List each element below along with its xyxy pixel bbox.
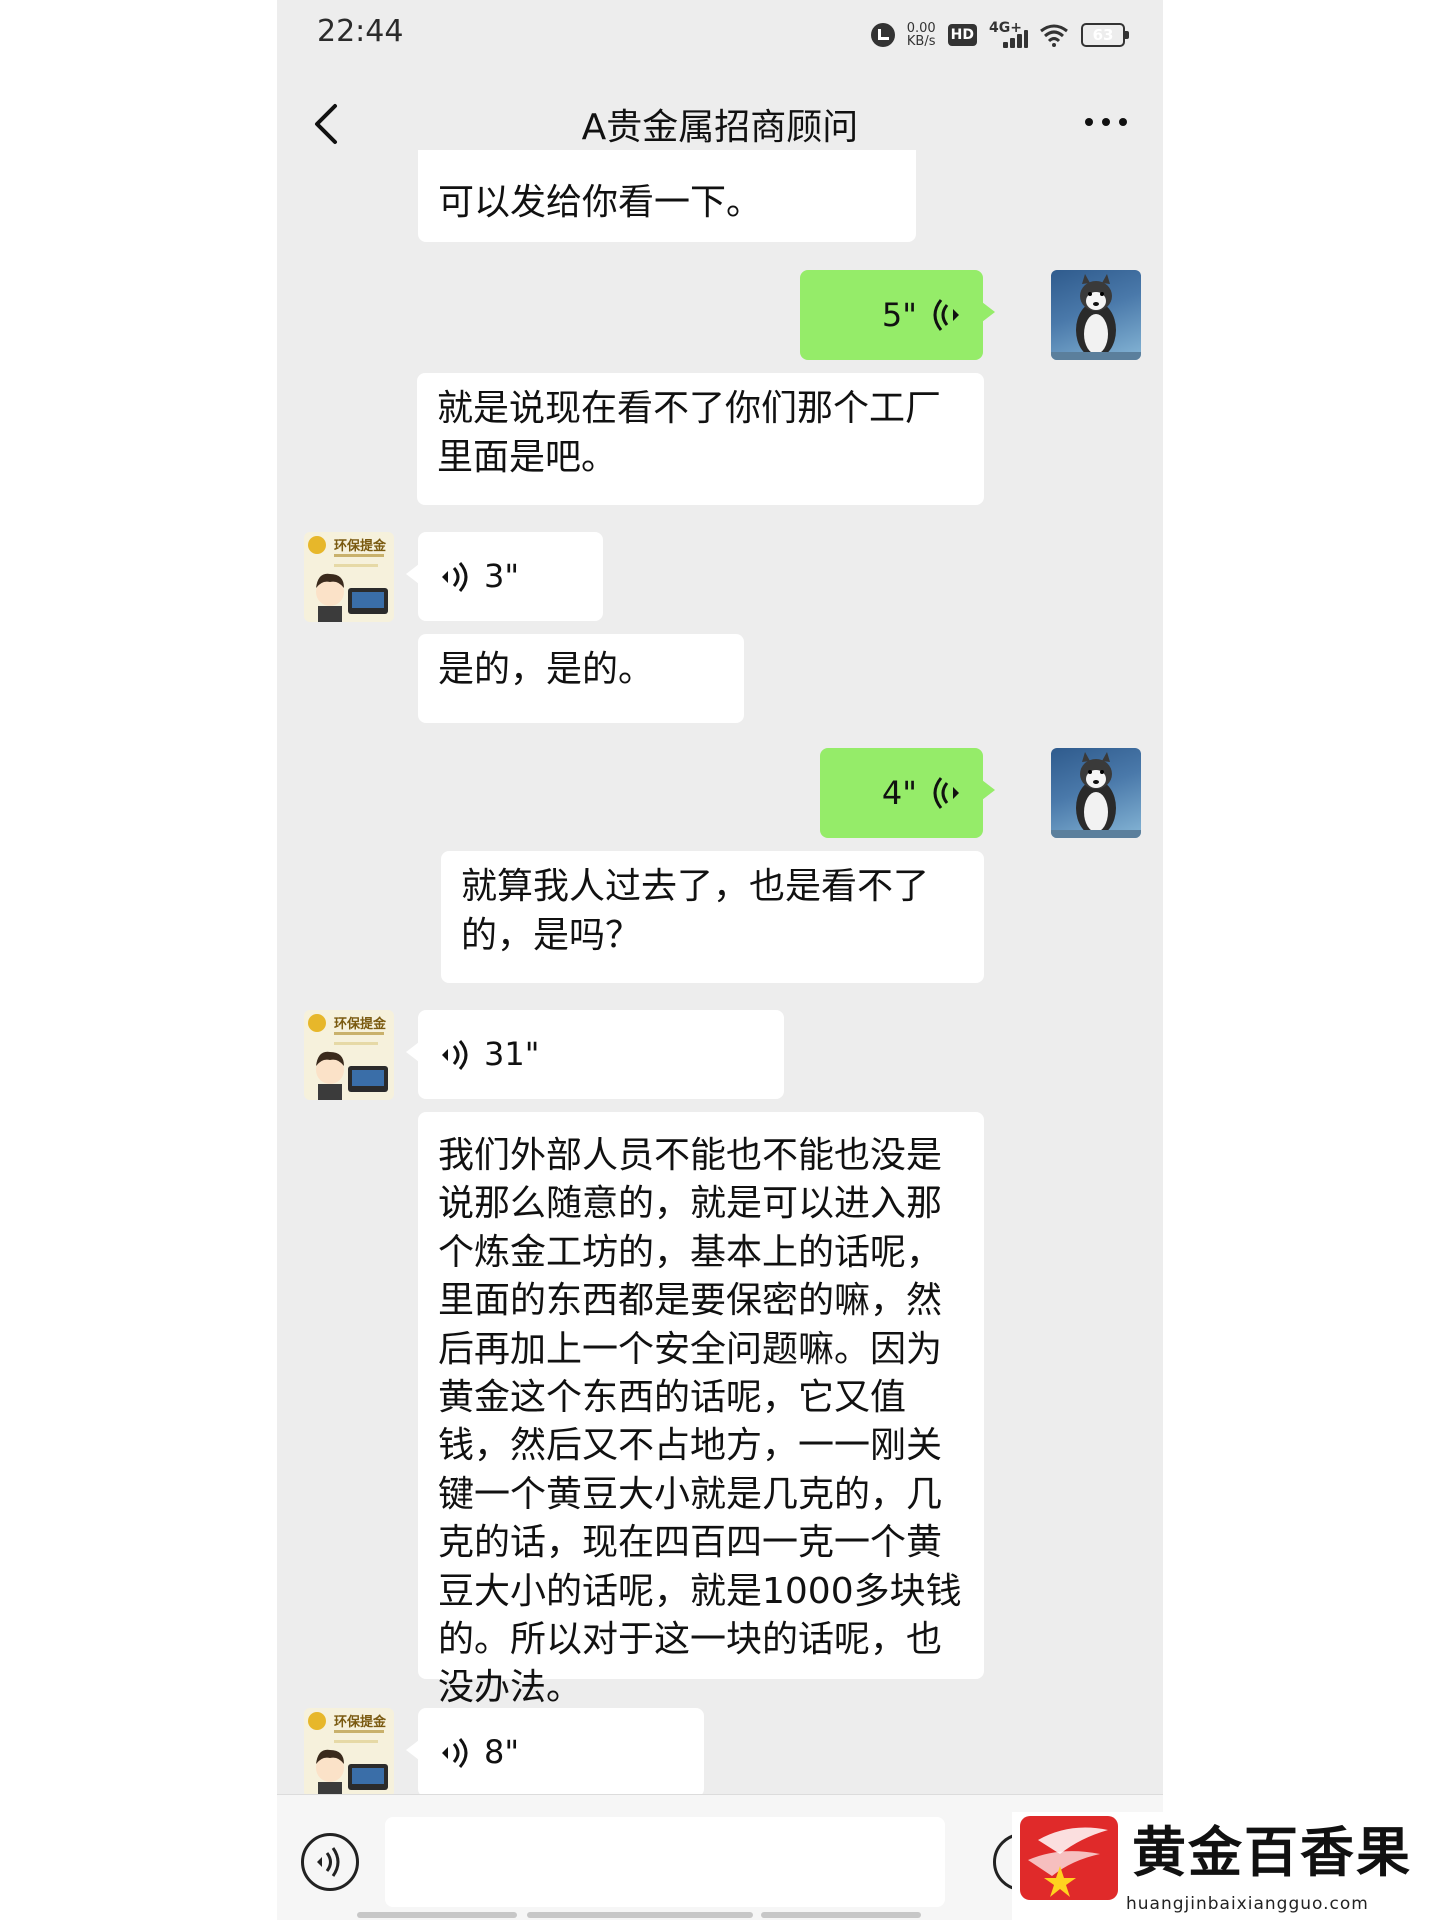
- my-avatar[interactable]: [1051, 270, 1141, 360]
- husky-penguin-icon: [1051, 274, 1141, 360]
- voice-duration: 3": [484, 557, 520, 595]
- contact-avatar[interactable]: 环保提金: [304, 532, 394, 622]
- voice-message-bubble[interactable]: 31": [406, 1010, 784, 1099]
- voice-wave-icon: [317, 1847, 340, 1877]
- hd-icon: HD: [947, 24, 977, 46]
- chat-title: A贵金属招商顾问: [581, 107, 859, 148]
- message-text: 可以发给你看一下。: [438, 182, 763, 223]
- my-avatar[interactable]: [1051, 748, 1141, 838]
- message-text: 就算我人过去了，也是看不了的，是吗？: [461, 866, 930, 956]
- voice-wave-icon: [442, 561, 468, 592]
- contact-avatar[interactable]: 环保提金: [304, 1708, 394, 1798]
- status-icons: 0.00 KB/s HD 4G+ 63: [870, 20, 1129, 50]
- advisor-cartoon-icon: [316, 1749, 388, 1798]
- home-indicator-segment: [357, 1912, 517, 1918]
- advisor-cartoon-icon: [316, 573, 388, 622]
- message-text-bubble: 就算我人过去了，也是看不了的，是吗？: [441, 851, 984, 983]
- voice-message-bubble[interactable]: 5": [800, 270, 995, 360]
- voice-duration: 31": [484, 1035, 540, 1073]
- husky-penguin-icon: [1051, 752, 1141, 838]
- passion-fruit-logo-icon: [1028, 1827, 1108, 1897]
- voice-duration: 4": [881, 773, 917, 812]
- status-bar: 22:44 0.00 KB/s HD 4G+ 63: [277, 0, 1163, 70]
- more-dots-icon[interactable]: [1085, 118, 1127, 126]
- network-speed-unit: KB/s: [906, 34, 936, 49]
- voice-toggle-icon[interactable]: [301, 1833, 359, 1891]
- message-text-bubble: 是的，是的。: [418, 634, 744, 723]
- network-speed: 0.00 KB/s: [907, 22, 936, 48]
- battery-level: 63: [1092, 26, 1114, 44]
- message-text: 就是说现在看不了你们那个工厂里面是吧。: [437, 388, 942, 478]
- home-indicator-segment: [527, 1912, 753, 1918]
- voice-wave-icon: [442, 1039, 468, 1070]
- message-text-bubble: 我们外部人员不能也不能也没是说那么随意的，就是可以进入那个炼金工坊的，基本上的话…: [418, 1112, 984, 1708]
- watermark-url: huangjinbaixiangguo.com: [1126, 1894, 1369, 1914]
- voice-wave-icon: [933, 777, 959, 809]
- contact-avatar[interactable]: 环保提金: [304, 1010, 394, 1100]
- message-text-bubble: 就是说现在看不了你们那个工厂里面是吧。: [417, 373, 984, 505]
- voice-message-bubble[interactable]: 8": [406, 1708, 704, 1797]
- battery-icon: 63: [1081, 23, 1129, 47]
- wifi-icon: [1040, 24, 1068, 47]
- voice-duration: 8": [484, 1733, 520, 1771]
- message-text: 是的，是的。: [438, 649, 655, 690]
- voice-message-bubble[interactable]: 3": [406, 532, 603, 621]
- status-time: 22:44: [317, 14, 404, 49]
- voice-duration: 5": [881, 295, 917, 334]
- chat-screen: 22:44 0.00 KB/s HD 4G+ 63 A贵金属招商顾问 可以发给你…: [277, 0, 1163, 1920]
- voice-wave-icon: [933, 299, 959, 331]
- alarm-icon: [870, 23, 895, 47]
- voice-message-bubble[interactable]: 4": [820, 748, 995, 838]
- voice-wave-icon: [442, 1737, 468, 1768]
- watermark-title: 黄金百香果: [1132, 1820, 1412, 1884]
- cellular-signal-icon: 4G+: [989, 20, 1028, 48]
- watermark: 黄金百香果 huangjinbaixiangguo.com: [1012, 1812, 1440, 1920]
- home-indicator-segment: [761, 1912, 921, 1918]
- message-text: 我们外部人员不能也不能也没是说那么随意的，就是可以进入那个炼金工坊的，基本上的话…: [438, 1135, 962, 1709]
- watermark-logo: [1020, 1816, 1118, 1900]
- advisor-cartoon-icon: [316, 1051, 388, 1100]
- message-text-bubble: 可以发给你看一下。: [418, 150, 916, 242]
- message-input[interactable]: [385, 1817, 945, 1907]
